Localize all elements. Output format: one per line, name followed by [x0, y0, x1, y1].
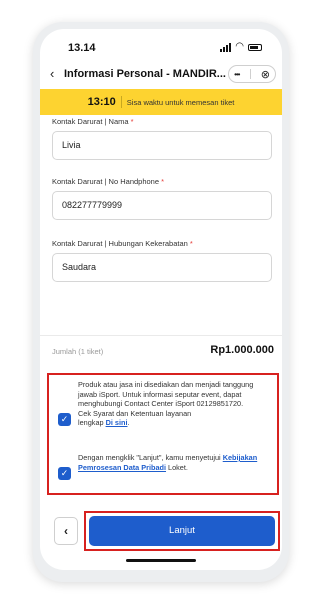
section-divider [40, 335, 282, 336]
status-time: 13.14 [68, 42, 96, 54]
home-indicator [126, 559, 196, 562]
required-mark: * [130, 117, 134, 126]
next-button[interactable]: Lanjut [89, 516, 275, 546]
total-value: Rp1.000.000 [210, 344, 274, 356]
privacy-checkbox[interactable]: ✓ [58, 467, 71, 480]
signal-icon [220, 42, 232, 52]
required-mark: * [161, 177, 165, 186]
total-label: Jumlah (1 tiket) [52, 347, 104, 356]
terms-link[interactable]: Di sini [106, 418, 128, 427]
terms-checkbox[interactable]: ✓ [58, 413, 71, 426]
banner-divider [120, 96, 122, 108]
label-text: Kontak Darurat | Nama [52, 117, 129, 126]
header-action-pill: ••• ⊗ [228, 65, 276, 83]
countdown-text: Sisa waktu untuk memesan tiket [126, 97, 235, 107]
privacy-text: Dengan mengklik "Lanjut", kamu menyetuju… [78, 453, 258, 472]
status-bar: 13.14 ◠ [40, 29, 282, 59]
phone-frame: 13.14 ◠ ‹ Informasi Personal - MANDIR...… [33, 22, 289, 582]
battery-icon [248, 43, 262, 51]
field-label-relation: Kontak Darurat | Hubungan Kekerabatan * [52, 239, 193, 248]
terms-text: Produk atau jasa ini disediakan dan menj… [78, 380, 254, 428]
app-header: ‹ Informasi Personal - MANDIR... ••• ⊗ [40, 59, 282, 89]
pill-divider [249, 69, 251, 79]
back-button[interactable]: ‹ [54, 517, 78, 545]
close-circle-icon[interactable]: ⊗ [261, 68, 270, 81]
name-field[interactable]: Livia [52, 131, 272, 160]
status-icons: ◠ [220, 42, 262, 52]
terms-line: Cek Syarat dan Ketentuan layanan [78, 408, 192, 418]
privacy-prefix: Dengan mengklik "Lanjut", kamu menyetuju… [78, 453, 221, 462]
terms-body: Produk atau jasa ini disediakan dan menj… [78, 380, 254, 409]
relation-field[interactable]: Saudara [52, 253, 272, 282]
field-label-phone: Kontak Darurat | No Handphone * [52, 177, 164, 186]
terms-line: lengkap [78, 418, 104, 428]
label-text: Kontak Darurat | Hubungan Kekerabatan [52, 239, 188, 248]
label-text: Kontak Darurat | No Handphone [52, 177, 160, 186]
screen: 13.14 ◠ ‹ Informasi Personal - MANDIR...… [40, 29, 282, 570]
privacy-suffix: Loket. [168, 462, 188, 472]
back-arrow-icon[interactable]: ‹ [50, 66, 54, 81]
more-horizontal-icon[interactable]: ••• [234, 70, 240, 79]
countdown-banner: 13:10 Sisa waktu untuk memesan tiket [40, 89, 282, 115]
field-label-name: Kontak Darurat | Nama * [52, 117, 134, 126]
countdown-value: 13:10 [87, 96, 116, 108]
required-mark: * [189, 239, 193, 248]
wifi-icon: ◠ [235, 41, 244, 52]
phone-field[interactable]: 082277779999 [52, 191, 272, 220]
page-title: Informasi Personal - MANDIR... [64, 68, 226, 80]
